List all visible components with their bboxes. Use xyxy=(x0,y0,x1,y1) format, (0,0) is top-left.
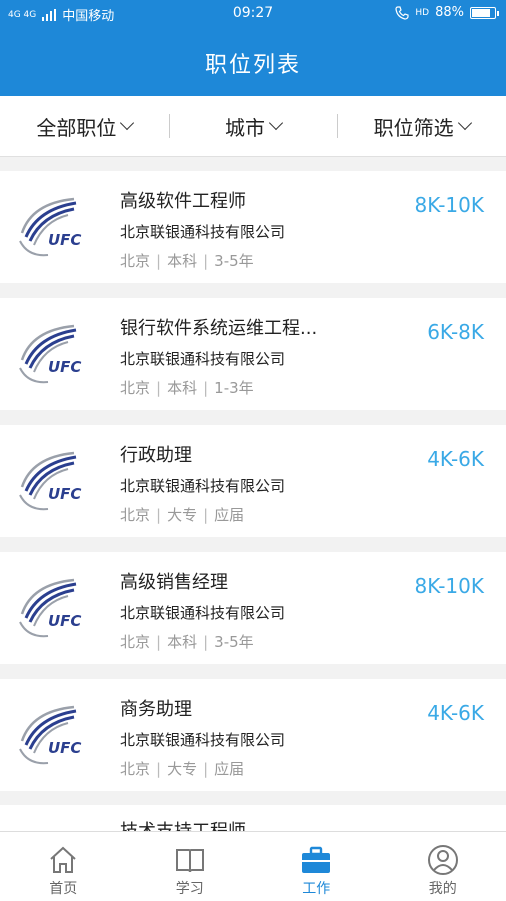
company-name: 北京联银通科技有限公司 xyxy=(120,221,285,242)
job-city: 北京 xyxy=(120,252,150,270)
filter-label: 城市 xyxy=(225,112,265,141)
tab-mine[interactable]: 我的 xyxy=(380,832,506,901)
job-salary: 6K-8K xyxy=(427,320,484,344)
home-icon xyxy=(47,844,79,876)
job-experience: 3-5年 xyxy=(214,252,254,270)
svg-text:UFC: UFC xyxy=(48,612,81,630)
company-logo: UFC xyxy=(14,320,88,388)
company-name: 北京联银通科技有限公司 xyxy=(120,729,285,750)
chevron-down-icon xyxy=(120,116,134,130)
job-title: 银行软件系统运维工程... xyxy=(120,314,365,340)
job-title: 行政助理 xyxy=(120,441,365,467)
job-education: 大专 xyxy=(167,506,197,524)
job-experience: 1-3年 xyxy=(214,379,254,397)
job-title: 高级软件工程师 xyxy=(120,187,365,213)
job-meta: 北京|本科|3-5年 xyxy=(120,631,254,652)
tab-work[interactable]: 工作 xyxy=(253,832,380,901)
filter-bar: 全部职位 城市 职位筛选 xyxy=(0,96,506,157)
user-icon xyxy=(427,844,459,876)
job-education: 本科 xyxy=(167,252,197,270)
company-name: 北京联银通科技有限公司 xyxy=(120,348,285,369)
job-meta: 北京|本科|3-5年 xyxy=(120,250,254,271)
job-title: 商务助理 xyxy=(120,695,365,721)
job-card-partial[interactable]: 技术支持工程师 xyxy=(0,805,506,831)
job-experience: 3-5年 xyxy=(214,633,254,651)
svg-text:UFC: UFC xyxy=(48,231,81,249)
tab-label: 首页 xyxy=(49,878,77,898)
tab-label: 学习 xyxy=(176,878,204,898)
filter-label: 职位筛选 xyxy=(374,112,454,141)
job-experience: 应届 xyxy=(214,760,244,778)
tab-label: 我的 xyxy=(429,878,457,898)
job-card[interactable]: UFC 银行软件系统运维工程... 北京联银通科技有限公司 北京|本科|1-3年… xyxy=(0,298,506,410)
job-meta: 北京|大专|应届 xyxy=(120,758,244,779)
company-logo: UFC xyxy=(14,193,88,261)
tab-home[interactable]: 首页 xyxy=(0,832,127,901)
job-salary: 4K-6K xyxy=(427,701,484,725)
job-title: 技术支持工程师 xyxy=(120,817,365,831)
status-bar: 4G 4G 中国移动 09:27 HD 88% xyxy=(0,0,506,26)
job-education: 本科 xyxy=(167,379,197,397)
bottom-tab-bar: 首页 学习 工作 我的 xyxy=(0,831,506,901)
job-card[interactable]: UFC 高级软件工程师 北京联银通科技有限公司 北京|本科|3-5年 8K-10… xyxy=(0,171,506,283)
job-education: 大专 xyxy=(167,760,197,778)
hd-badge: HD xyxy=(415,8,429,18)
job-city: 北京 xyxy=(120,506,150,524)
job-salary: 8K-10K xyxy=(414,574,484,598)
battery-icon xyxy=(470,7,496,19)
filter-all-positions[interactable]: 全部职位 xyxy=(0,96,169,156)
tab-study[interactable]: 学习 xyxy=(127,832,254,901)
company-logo: UFC xyxy=(14,574,88,642)
job-city: 北京 xyxy=(120,633,150,651)
job-meta: 北京|大专|应届 xyxy=(120,504,244,525)
job-title: 高级销售经理 xyxy=(120,568,365,594)
battery-percent: 88% xyxy=(435,5,464,20)
company-logo: UFC xyxy=(14,447,88,515)
job-card[interactable]: UFC 行政助理 北京联银通科技有限公司 北京|大专|应届 4K-6K xyxy=(0,425,506,537)
svg-text:UFC: UFC xyxy=(48,739,81,757)
job-list: UFC 高级软件工程师 北京联银通科技有限公司 北京|本科|3-5年 8K-10… xyxy=(0,171,506,806)
company-name: 北京联银通科技有限公司 xyxy=(120,602,285,623)
book-icon xyxy=(174,844,206,876)
tab-label: 工作 xyxy=(302,878,330,898)
job-card[interactable]: UFC 商务助理 北京联银通科技有限公司 北京|大专|应届 4K-6K xyxy=(0,679,506,791)
job-salary: 4K-6K xyxy=(427,447,484,471)
company-name: 北京联银通科技有限公司 xyxy=(120,475,285,496)
job-salary: 8K-10K xyxy=(414,193,484,217)
job-city: 北京 xyxy=(120,760,150,778)
svg-text:UFC: UFC xyxy=(48,485,81,503)
chevron-down-icon xyxy=(269,116,283,130)
filter-city[interactable]: 城市 xyxy=(169,96,338,156)
chevron-down-icon xyxy=(458,116,472,130)
phone-icon xyxy=(395,6,409,20)
briefcase-icon xyxy=(300,844,332,876)
svg-text:UFC: UFC xyxy=(48,358,81,376)
job-city: 北京 xyxy=(120,379,150,397)
job-education: 本科 xyxy=(167,633,197,651)
job-card[interactable]: UFC 高级销售经理 北京联银通科技有限公司 北京|本科|3-5年 8K-10K xyxy=(0,552,506,664)
company-logo: UFC xyxy=(14,701,88,769)
app-header: 职位列表 xyxy=(0,26,506,96)
job-experience: 应届 xyxy=(214,506,244,524)
job-meta: 北京|本科|1-3年 xyxy=(120,377,254,398)
filter-position-screen[interactable]: 职位筛选 xyxy=(337,96,506,156)
filter-label: 全部职位 xyxy=(36,112,116,141)
page-title: 职位列表 xyxy=(0,47,506,79)
